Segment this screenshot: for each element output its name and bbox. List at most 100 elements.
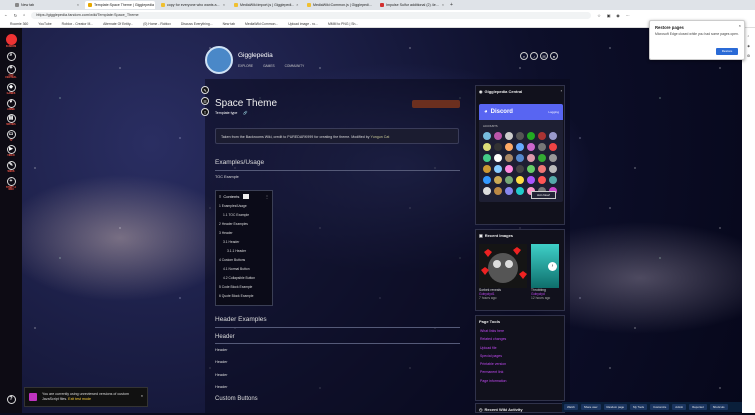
close-icon[interactable]: × (296, 3, 298, 7)
bookmark-item[interactable]: Discuss Everything... (181, 22, 213, 26)
toc-item[interactable]: 3 Header (219, 229, 269, 238)
discord-member-avatar[interactable] (527, 154, 535, 162)
discord-login[interactable]: Logging (548, 110, 559, 114)
share-icon[interactable]: ⇪ (201, 108, 209, 116)
toolbar-item[interactable]: Reported (689, 404, 707, 410)
toc-item[interactable]: 3.1 Header (219, 238, 269, 247)
discord-member-avatar[interactable] (538, 165, 546, 173)
rail-help[interactable]: ? (4, 395, 18, 405)
toc-item[interactable]: 4.1 Normal Button (219, 265, 269, 274)
nav-explore[interactable]: EXPLORE (238, 64, 253, 68)
edit-button[interactable] (412, 100, 460, 108)
tools-icon[interactable]: ⚙ (744, 54, 753, 58)
discord-member-avatar[interactable] (483, 165, 491, 173)
discord-member-avatar[interactable] (516, 132, 524, 140)
wiki-logo[interactable] (205, 46, 233, 74)
collections-icon[interactable]: ▣ (607, 13, 611, 18)
close-icon[interactable]: × (223, 3, 225, 7)
toc-item[interactable]: 1.1 TOC Example (219, 211, 269, 220)
tab-import-js[interactable]: MediaWiki:import.js | Gigglepedi...× (231, 1, 301, 9)
bookmark-item[interactable]: Upload image - ro... (288, 22, 318, 26)
discord-member-avatar[interactable] (505, 176, 513, 184)
rail-movies[interactable]: ▤MOVIES (4, 114, 18, 127)
discord-member-avatar[interactable] (527, 176, 535, 184)
nav-games[interactable]: GAMES (263, 64, 275, 68)
credit-link[interactable]: Yungun Cat (371, 135, 390, 139)
toc-item[interactable]: 5 Code Block Example (219, 283, 269, 292)
discord-member-avatar[interactable] (505, 132, 513, 140)
tool-link[interactable]: Related changes (476, 335, 564, 343)
profile-icon[interactable]: ◉ (616, 13, 619, 18)
bookmark-item[interactable]: New tab (223, 22, 235, 26)
exit-test-mode-link[interactable]: Exit test mode (68, 397, 91, 401)
toolbar-item[interactable]: My Tools (630, 404, 647, 410)
discord-member-avatar[interactable] (483, 176, 491, 184)
tool-link[interactable]: Upload file (476, 344, 564, 352)
toolbar-item[interactable]: Random page (604, 404, 628, 410)
tab-copy[interactable]: copy for everyone who wants a...× (158, 1, 228, 9)
discord-member-avatar[interactable] (494, 176, 502, 184)
more-icon[interactable]: ⋮ (265, 194, 269, 199)
discord-member-avatar[interactable] (483, 154, 491, 162)
tool-link[interactable]: Page information (476, 377, 564, 385)
discord-member-avatar[interactable] (538, 176, 546, 184)
favorites-icon[interactable]: ☆ (597, 13, 600, 18)
discord-member-avatar[interactable] (549, 165, 557, 173)
discord-member-avatar[interactable] (549, 132, 557, 140)
more-icon[interactable]: ⋯ (626, 13, 630, 18)
discord-member-avatar[interactable] (516, 165, 524, 173)
discord-member-avatar[interactable] (527, 132, 535, 140)
discord-member-avatar[interactable] (527, 143, 535, 151)
rail-start-wiki[interactable]: +START A WIKI (4, 177, 18, 192)
tool-link[interactable]: Permanent link (476, 368, 564, 376)
discord-member-avatar[interactable] (516, 187, 524, 195)
discord-member-avatar[interactable] (516, 154, 524, 162)
notifications-icon[interactable]: ♪ (530, 52, 538, 60)
messages-icon[interactable]: ✉ (540, 52, 548, 60)
bookmark-item[interactable]: MMM to PNG | Sh... (328, 22, 358, 26)
shopping-icon[interactable]: ◈ (744, 44, 753, 48)
bookmark-item[interactable]: Roblox - Creator M... (62, 22, 93, 26)
recent-image-item[interactable]: Throbbing Gobyclyd 12 hours ago (531, 244, 559, 300)
back-icon[interactable]: ← (4, 13, 8, 17)
tab-common-js[interactable]: MediaWiki:Common.js | Gigglepedi...× (304, 1, 374, 9)
close-icon[interactable]: × (739, 23, 741, 28)
close-icon[interactable]: × (141, 394, 143, 399)
home-icon[interactable]: ⌂ (23, 13, 25, 17)
discord-member-avatar[interactable] (516, 143, 524, 151)
discord-member-avatar[interactable] (494, 154, 502, 162)
discord-member-avatar[interactable] (483, 187, 491, 195)
discord-member-avatar[interactable] (549, 154, 557, 162)
fandom-logo[interactable]: FANDOM (4, 34, 18, 49)
discord-member-avatar[interactable] (538, 143, 546, 151)
toc-item[interactable]: 1 Examples/Usage (219, 202, 269, 211)
discord-member-avatar[interactable] (538, 154, 546, 162)
discord-member-avatar[interactable] (494, 165, 502, 173)
toc-toggle-button[interactable] (243, 194, 249, 199)
discord-member-avatar[interactable] (494, 132, 502, 140)
toolbar-item[interactable]: Shortcuts (710, 404, 728, 410)
discord-member-avatar[interactable] (483, 143, 491, 151)
wiki-name[interactable]: Gigglepedia (238, 52, 273, 59)
close-icon[interactable]: × (77, 3, 79, 7)
restore-button[interactable]: Restore (716, 48, 738, 55)
toolbar-item[interactable]: Admin (672, 404, 686, 410)
recent-image-item[interactable]: Sorbek reveals Gobyclyd1 7 hours ago (479, 244, 527, 300)
rail-anime[interactable]: ♥ANIME (4, 99, 18, 112)
discord-member-avatar[interactable] (549, 176, 557, 184)
discord-member-avatar[interactable] (516, 176, 524, 184)
rail-search[interactable]: ⌕ (4, 52, 18, 62)
chevron-right-icon[interactable]: › (561, 88, 562, 93)
discord-member-avatar[interactable] (549, 143, 557, 151)
link-icon[interactable]: 🔗 (243, 111, 247, 115)
search-icon[interactable]: ⌕ (744, 34, 753, 38)
bookmark-item[interactable]: (0) Home - Roblox (143, 22, 171, 26)
toolbar-item[interactable]: Customize (650, 404, 669, 410)
toc-item[interactable]: 4.2 Collapsible Button (219, 274, 269, 283)
toc-item[interactable]: 2 Header Examples (219, 220, 269, 229)
tool-link[interactable]: Printable version (476, 360, 564, 368)
bookmark-item[interactable]: Roomie 360 (10, 22, 28, 26)
toolbar-item[interactable]: Watch (564, 404, 578, 410)
bookmark-item[interactable]: YouTube (38, 22, 51, 26)
tool-link[interactable]: What links here (476, 327, 564, 335)
